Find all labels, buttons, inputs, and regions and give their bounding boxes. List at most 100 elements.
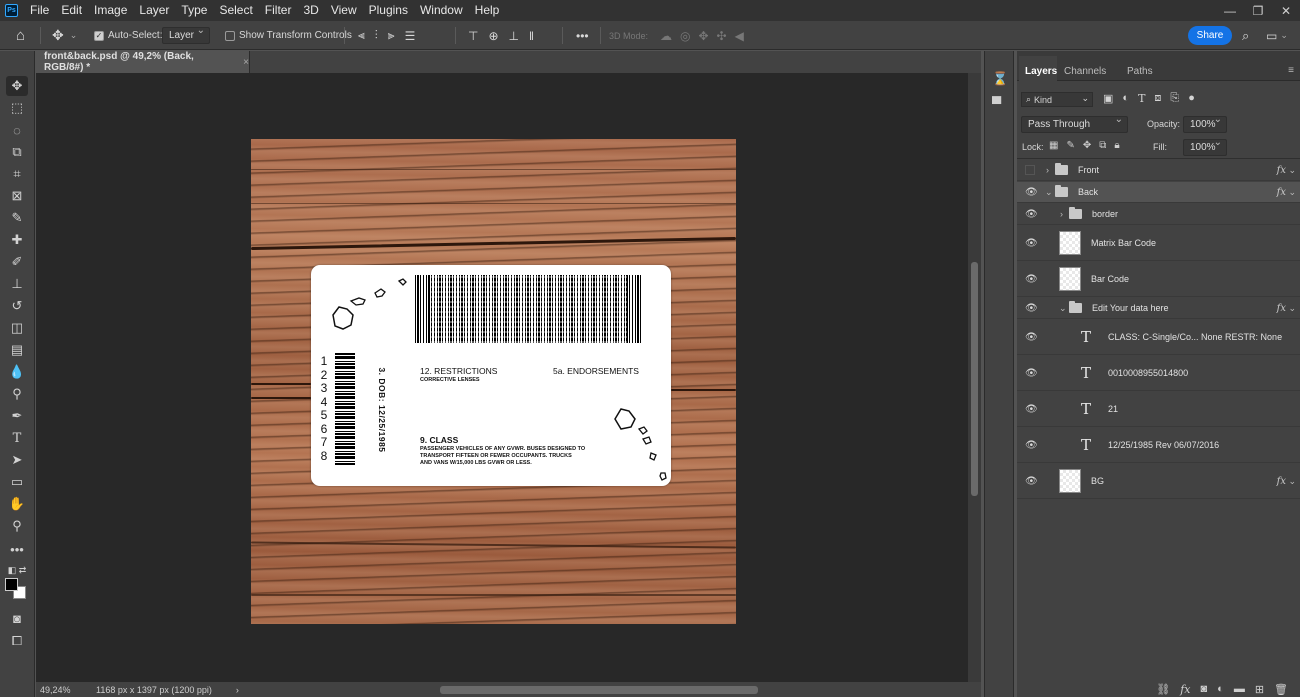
- layer-row-matrix-bar-code[interactable]: 👁︎ Matrix Bar Code: [1017, 226, 1300, 261]
- frame-tool-icon[interactable]: ⊠: [6, 186, 28, 206]
- layer-row-edit-your-data[interactable]: 👁︎ ⌄ Edit Your data here fx ⌄: [1017, 298, 1300, 319]
- adjustment-layer-icon[interactable]: ◐: [1217, 683, 1224, 695]
- blend-mode-dropdown[interactable]: Pass Through: [1021, 114, 1128, 133]
- layer-row-text-dates[interactable]: 👁︎ T 12/25/1985 Rev 06/07/2016: [1017, 428, 1300, 463]
- delete-layer-icon[interactable]: 🗑︎: [1274, 683, 1288, 696]
- align-bottom-icon[interactable]: ⊥: [509, 29, 529, 43]
- 3d-orbit-icon[interactable]: ☁: [660, 29, 680, 43]
- blur-tool-icon[interactable]: 💧: [6, 362, 28, 382]
- filter-kind-dropdown[interactable]: ⌕ Kind ⌄: [1021, 92, 1093, 107]
- more-options-button[interactable]: •••: [576, 21, 589, 50]
- close-window-button[interactable]: ✕: [1272, 0, 1300, 21]
- chevron-down-icon[interactable]: ⌄: [1288, 187, 1296, 198]
- dodge-tool-icon[interactable]: ⚲: [6, 384, 28, 404]
- gradient-tool-icon[interactable]: ▤: [6, 340, 28, 360]
- layer-row-bar-code[interactable]: 👁︎ Bar Code: [1017, 262, 1300, 297]
- restore-button[interactable]: ❐: [1244, 0, 1272, 21]
- align-left-icon[interactable]: ⫷: [358, 28, 375, 43]
- layer-row-text-number[interactable]: 👁︎ T 0010008955014800: [1017, 356, 1300, 391]
- fx-icon[interactable]: fx: [1277, 303, 1286, 314]
- tab-layers[interactable]: Layers: [1025, 66, 1057, 77]
- menu-image[interactable]: Image: [88, 0, 133, 21]
- menu-help[interactable]: Help: [469, 0, 506, 21]
- crop-tool-icon[interactable]: ⌗: [6, 164, 28, 184]
- chevron-down-icon[interactable]: ⌄: [1288, 476, 1296, 487]
- history-brush-tool-icon[interactable]: ↺: [6, 296, 28, 316]
- tab-channels[interactable]: Channels: [1064, 66, 1106, 77]
- filter-adjustment-icon[interactable]: ◐: [1122, 92, 1129, 105]
- brush-tool-icon[interactable]: ✐: [6, 252, 28, 272]
- eye-icon[interactable]: 👁︎: [1025, 238, 1038, 249]
- eye-icon[interactable]: 👁︎: [1025, 332, 1038, 343]
- zoom-level[interactable]: 49,24%: [40, 685, 96, 695]
- eye-icon[interactable]: 👁︎: [1025, 440, 1038, 451]
- new-layer-icon[interactable]: ⊞: [1255, 683, 1264, 696]
- document-tab[interactable]: front&back.psd @ 49,2% (Back, RGB/8#) * …: [36, 51, 250, 73]
- filter-toggle-icon[interactable]: ●: [1188, 92, 1195, 105]
- zoom-tool-icon[interactable]: ⚲: [6, 516, 28, 536]
- layer-row-bg[interactable]: 👁︎ BG fx ⌄: [1017, 464, 1300, 499]
- chevron-down-icon[interactable]: ⌄: [1288, 165, 1296, 176]
- object-select-tool-icon[interactable]: ⧉: [6, 142, 28, 162]
- search-icon[interactable]: ⌕: [1242, 21, 1249, 50]
- layer-row-text-class[interactable]: 👁︎ T CLASS: C-Single/Co... None RESTR: N…: [1017, 320, 1300, 355]
- menu-view[interactable]: View: [325, 0, 363, 21]
- eye-icon[interactable]: 👁︎: [1025, 303, 1038, 314]
- hand-tool-icon[interactable]: ✋: [6, 494, 28, 514]
- chevron-down-icon[interactable]: ⌄: [1045, 187, 1053, 198]
- eye-icon[interactable]: 👁︎: [1025, 404, 1038, 415]
- history-icon[interactable]: ⌛: [992, 71, 1008, 87]
- lock-image-icon[interactable]: ✎: [1066, 140, 1074, 151]
- link-layers-icon[interactable]: ⛓︎: [1156, 683, 1170, 696]
- default-colors-icon[interactable]: ◧ ⇄: [6, 560, 28, 580]
- move-tool-icon[interactable]: ✥: [6, 76, 28, 96]
- tab-paths[interactable]: Paths: [1127, 66, 1153, 77]
- align-top-icon[interactable]: ⊤: [468, 29, 488, 43]
- distribute-icon[interactable]: ☰: [405, 29, 426, 43]
- minimize-button[interactable]: —: [1216, 0, 1244, 21]
- comments-icon[interactable]: ▀: [992, 96, 1001, 111]
- more-tools-icon[interactable]: •••: [6, 539, 28, 559]
- close-document-icon[interactable]: ×: [243, 57, 249, 68]
- auto-select-value[interactable]: Layer: [162, 25, 210, 44]
- align-center-icon[interactable]: ⫶: [375, 28, 388, 43]
- vertical-scroll-thumb[interactable]: [971, 262, 978, 496]
- 3d-scale-icon[interactable]: ◀: [735, 29, 752, 43]
- distribute-vertical-icon[interactable]: ‖: [529, 29, 544, 43]
- layer-row-back[interactable]: 👁︎ ⌄ Back fx ⌄: [1017, 182, 1300, 203]
- 3d-slide-icon[interactable]: ✣: [717, 29, 735, 43]
- opacity-field[interactable]: 100%: [1183, 114, 1227, 133]
- eyedropper-tool-icon[interactable]: ✎: [6, 208, 28, 228]
- 3d-mode-tools[interactable]: ☁ ◎ ✥ ✣ ◀: [660, 21, 752, 50]
- add-mask-icon[interactable]: ◙: [1201, 683, 1208, 695]
- filter-shape-icon[interactable]: ⧈: [1154, 92, 1161, 105]
- fx-icon[interactable]: fx: [1277, 476, 1286, 487]
- path-selection-tool-icon[interactable]: ➤: [6, 450, 28, 470]
- menu-select[interactable]: Select: [213, 0, 258, 21]
- eye-icon[interactable]: 👁︎: [1025, 476, 1038, 487]
- align-vertical-buttons[interactable]: ⊤ ⊕ ⊥ ‖: [468, 21, 544, 50]
- lock-position-icon[interactable]: ✥: [1083, 140, 1091, 151]
- foreground-color-swatch[interactable]: [5, 578, 18, 591]
- photoshop-logo-icon[interactable]: Ps: [5, 4, 18, 17]
- share-button[interactable]: Share: [1188, 26, 1232, 45]
- eye-icon[interactable]: 👁︎: [1025, 274, 1038, 285]
- auto-select-checkbox[interactable]: ✓ Auto-Select:: [94, 21, 162, 50]
- lock-artboard-icon[interactable]: ⧉: [1099, 140, 1106, 151]
- add-style-icon[interactable]: fx: [1180, 683, 1190, 696]
- auto-select-dropdown[interactable]: Layer: [162, 21, 210, 50]
- rectangle-tool-icon[interactable]: ▭: [6, 472, 28, 492]
- move-tool-preset-icon[interactable]: ✥ ⌄: [52, 21, 77, 50]
- layer-row-front[interactable]: › Front fx ⌄: [1017, 160, 1300, 181]
- menu-filter[interactable]: Filter: [259, 0, 298, 21]
- eraser-tool-icon[interactable]: ◫: [6, 318, 28, 338]
- 3d-roll-icon[interactable]: ◎: [680, 29, 698, 43]
- chevron-down-icon[interactable]: ⌄: [1059, 303, 1067, 314]
- pen-tool-icon[interactable]: ✒: [6, 406, 28, 426]
- menu-type[interactable]: Type: [175, 0, 213, 21]
- healing-brush-tool-icon[interactable]: ✚: [6, 230, 28, 250]
- layer-row-border[interactable]: 👁︎ › border: [1017, 204, 1300, 225]
- 3d-pan-icon[interactable]: ✥: [698, 29, 716, 43]
- eye-icon[interactable]: 👁︎: [1025, 368, 1038, 379]
- eye-icon[interactable]: 👁︎: [1025, 187, 1038, 198]
